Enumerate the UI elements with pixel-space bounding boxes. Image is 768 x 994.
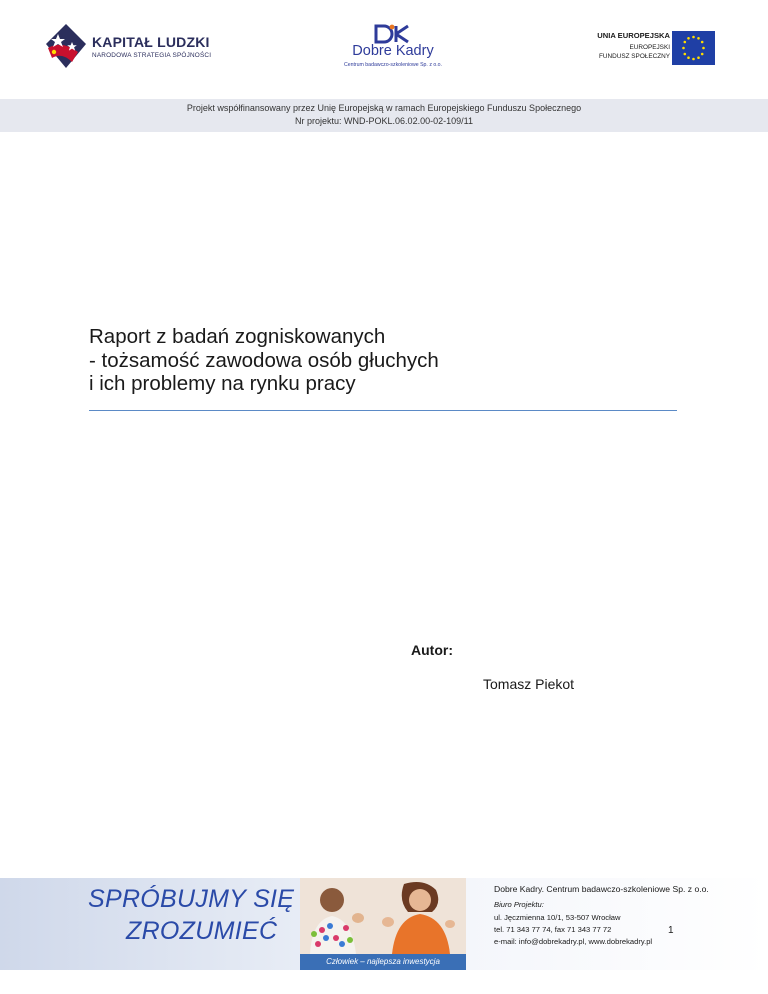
author-label: Autor: bbox=[411, 642, 453, 658]
dobre-kadry-name: Dobre Kadry bbox=[352, 43, 434, 59]
eu-flag-icon bbox=[672, 31, 715, 65]
page-number: 1 bbox=[668, 925, 674, 936]
sign-language-people-illustration-icon bbox=[300, 878, 466, 954]
eu-line-1: UNIA EUROPEJSKA bbox=[597, 31, 670, 40]
report-title-line-2: - tożsamość zawodowa osób głuchych bbox=[89, 348, 439, 372]
eu-logo: UNIA EUROPEJSKA EUROPEJSKI FUNDUSZ SPOŁE… bbox=[560, 30, 720, 70]
kapital-ludzki-title: KAPITAŁ LUDZKI bbox=[92, 34, 210, 50]
footer-banner: SPRÓBUJMY SIĘ ZROZUMIEĆ Człowiek – najle… bbox=[0, 878, 768, 970]
title-underline bbox=[89, 410, 677, 411]
cofunding-band: Projekt współfinansowany przez Unię Euro… bbox=[0, 99, 768, 132]
footer-photo bbox=[300, 878, 466, 954]
author-name: Tomasz Piekot bbox=[483, 676, 575, 692]
cofunding-statement: Projekt współfinansowany przez Unię Euro… bbox=[186, 103, 582, 113]
footer-office-label: Biuro Projektu: bbox=[494, 900, 544, 909]
footer-email-web: e-mail: info@dobrekadry.pl, www.dobrekad… bbox=[494, 937, 653, 946]
kapital-ludzki-emblem-icon bbox=[46, 24, 86, 68]
footer-phone: tel. 71 343 77 74, fax 71 343 77 72 bbox=[494, 925, 612, 934]
eu-line-3: FUNDUSZ SPOŁECZNY bbox=[598, 53, 670, 60]
footer-company-name: Dobre Kadry. Centrum badawczo-szkoleniow… bbox=[494, 884, 709, 894]
dobre-kadry-mark-icon bbox=[374, 24, 409, 44]
report-title: Raport z badań zogniskowanych - tożsamoś… bbox=[89, 325, 679, 396]
dobre-kadry-logo: Dobre Kadry Centrum badawczo-szkoleniowe… bbox=[338, 24, 448, 72]
footer-street-address: ul. Jęczmienna 10/1, 53-507 Wrocław bbox=[494, 913, 621, 922]
kapital-ludzki-subtitle: NARODOWA STRATEGIA SPÓJNOŚCI bbox=[92, 52, 212, 59]
slogan-line-2: ZROZUMIEĆ bbox=[126, 917, 278, 945]
dobre-kadry-subtitle: Centrum badawczo-szkoleniowe Sp. z o.o. bbox=[343, 62, 443, 68]
project-number: Nr projektu: WND-POKL.06.02.00-02-109/11 bbox=[295, 116, 473, 126]
photo-caption: Człowiek – najlepsza inwestycja bbox=[300, 954, 466, 970]
report-title-line-1: Raport z badań zogniskowanych bbox=[89, 325, 386, 348]
slogan-line-1: SPRÓBUJMY SIĘ bbox=[88, 885, 295, 913]
eu-line-2: EUROPEJSKI bbox=[629, 44, 671, 51]
kapital-ludzki-logo: KAPITAŁ LUDZKI NARODOWA STRATEGIA SPÓJNO… bbox=[44, 22, 234, 74]
report-title-line-3: i ich problemy na rynku pracy bbox=[89, 372, 356, 395]
